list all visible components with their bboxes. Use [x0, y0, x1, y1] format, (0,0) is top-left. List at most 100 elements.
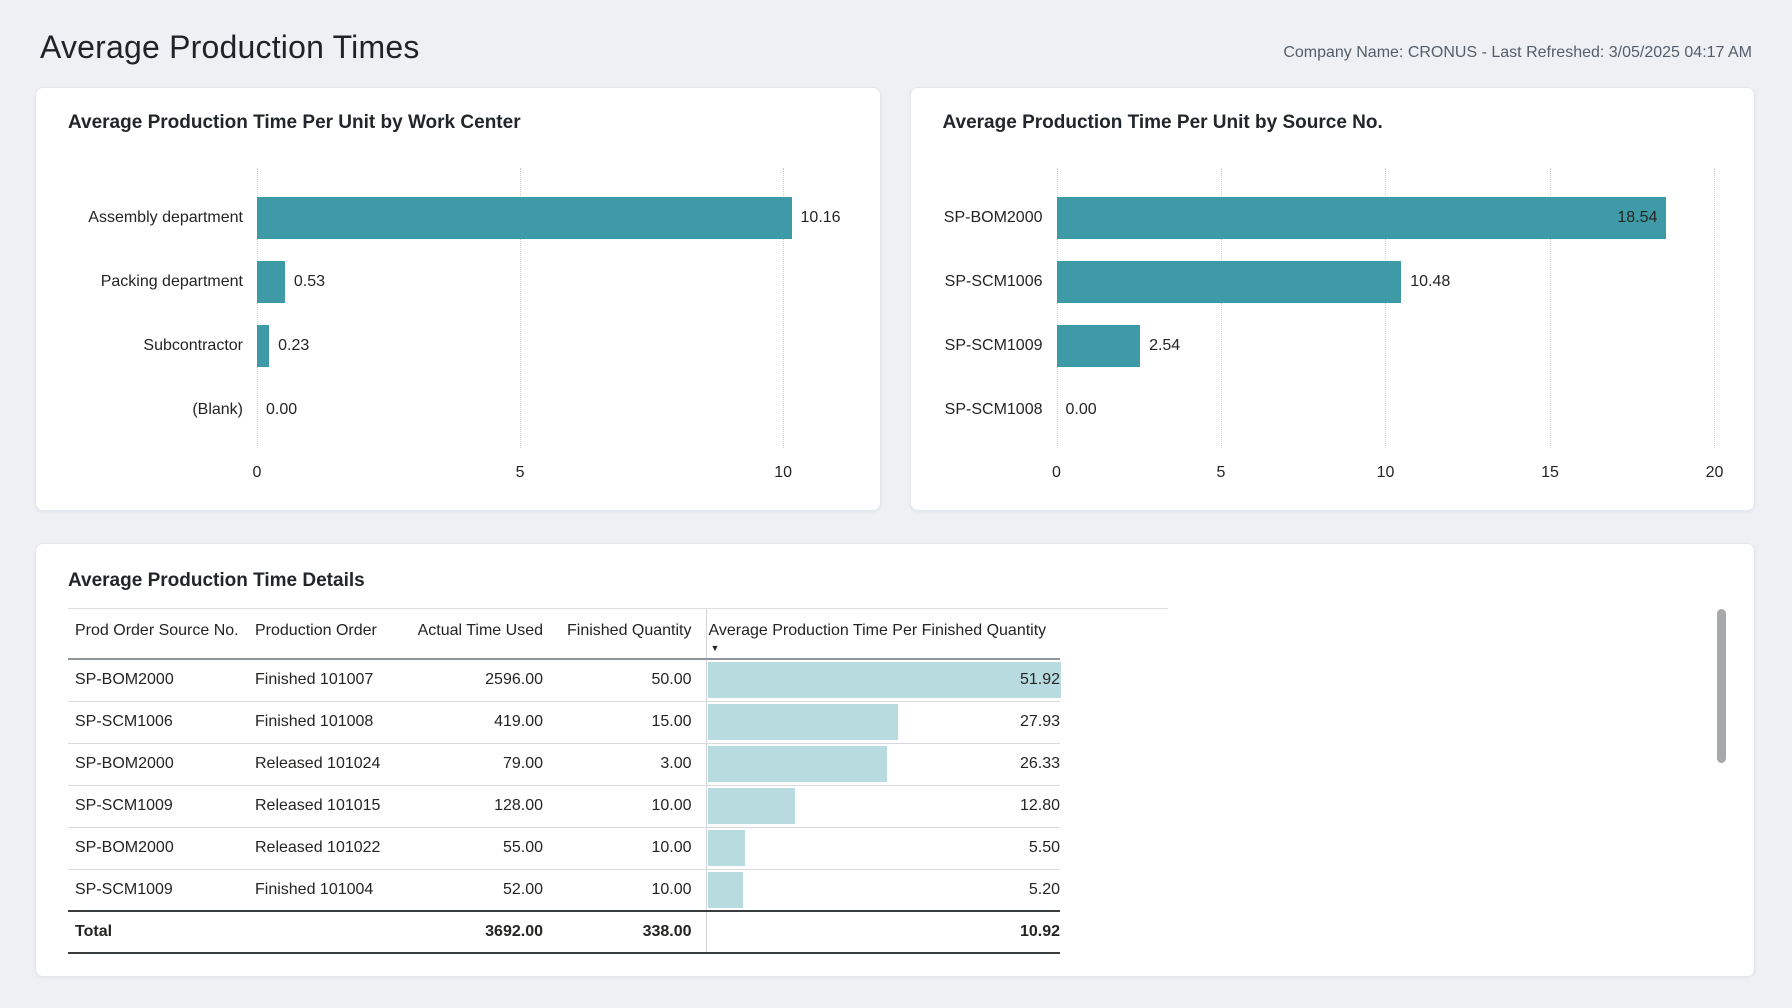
table-cell: 128.00	[407, 785, 543, 827]
refresh-info: Company Name: CRONUS - Last Refreshed: 3…	[1283, 44, 1752, 66]
table-cell: 2596.00	[407, 659, 543, 701]
table-cell: 51.92	[706, 659, 1060, 701]
bar-value-label: 0.00	[266, 401, 297, 419]
bar-row: (Blank)0.00	[68, 378, 852, 442]
bar[interactable]	[257, 261, 285, 303]
column-header-2[interactable]: Production Order	[255, 609, 407, 659]
table-cell: 10.00	[543, 869, 706, 911]
table-cell: 52.00	[407, 869, 543, 911]
table-cell: 12.80	[706, 785, 1060, 827]
bar-value-label: 0.00	[1066, 401, 1097, 419]
axis-tick-label: 0	[1052, 464, 1061, 482]
details-table-panel: Average Production Time Details Prod Ord…	[35, 543, 1755, 977]
column-header-4[interactable]: Finished Quantity	[543, 609, 706, 659]
column-header-5[interactable]: Average Production Time Per Finished Qua…	[706, 609, 1060, 659]
table-cell: 15.00	[543, 701, 706, 743]
table-cell: 3.00	[543, 743, 706, 785]
table-row[interactable]: SP-BOM2000Released 10102479.003.0026.33	[68, 743, 1060, 785]
column-header-3[interactable]: Actual Time Used	[407, 609, 543, 659]
table-row[interactable]: SP-BOM2000Released 10102255.0010.005.50	[68, 827, 1060, 869]
bar[interactable]	[257, 197, 792, 239]
page-header: Average Production Times Company Name: C…	[0, 0, 1792, 66]
chart-x-axis-work-center: 0510	[257, 442, 852, 482]
axis-tick-label: 15	[1541, 464, 1559, 482]
table-cell: Finished 101008	[255, 701, 407, 743]
bar[interactable]	[1057, 197, 1667, 239]
table-cell: SP-BOM2000	[68, 743, 255, 785]
bar-track: 18.54	[1057, 186, 1727, 250]
table-cell: 10.00	[543, 827, 706, 869]
table-scrollbar[interactable]	[1717, 609, 1726, 763]
table-cell: Released 101015	[255, 785, 407, 827]
table-row[interactable]: SP-BOM2000Finished 1010072596.0050.0051.…	[68, 659, 1060, 701]
bar[interactable]	[257, 325, 269, 367]
table-cell: 5.50	[706, 827, 1060, 869]
cell-value: 12.80	[707, 797, 1061, 815]
bar-value-label: 18.54	[1617, 209, 1657, 227]
bar-value-label: 10.48	[1410, 273, 1450, 291]
table-cell: SP-SCM1009	[68, 869, 255, 911]
bar[interactable]	[1057, 261, 1402, 303]
table-body: SP-BOM2000Finished 1010072596.0050.0051.…	[68, 659, 1060, 911]
table-cell: SP-BOM2000	[68, 827, 255, 869]
cell-value: 5.20	[707, 881, 1061, 899]
table-cell: 27.93	[706, 701, 1060, 743]
category-label: SP-BOM2000	[943, 209, 1057, 227]
bar-row: Assembly department 10.16	[68, 186, 852, 250]
axis-tick-label: 5	[1217, 464, 1226, 482]
column-header-label: Finished Quantity	[543, 622, 692, 640]
category-label: Subcontractor	[68, 337, 257, 355]
axis-tick-label: 10	[774, 464, 792, 482]
table-row[interactable]: SP-SCM1009Released 101015128.0010.0012.8…	[68, 785, 1060, 827]
table-cell: Finished 101004	[255, 869, 407, 911]
chart-plot-work-center: Assembly department 10.16 Packing departme…	[68, 186, 852, 442]
chart-title-source-no: Average Production Time Per Unit by Sour…	[943, 112, 1727, 134]
bar[interactable]	[1057, 325, 1141, 367]
table-row[interactable]: SP-SCM1009Finished 10100452.0010.005.20	[68, 869, 1060, 911]
table-cell: 79.00	[407, 743, 543, 785]
category-label: Assembly department	[68, 209, 257, 227]
column-header-label: Production Order	[255, 622, 407, 640]
table-cell: SP-BOM2000	[68, 659, 255, 701]
dashboard-page: Average Production Times Company Name: C…	[0, 0, 1792, 1008]
charts-row: Average Production Time Per Unit by Work…	[35, 87, 1755, 511]
bar-row: SP-BOM2000 18.54	[943, 186, 1727, 250]
category-label: SP-SCM1006	[943, 273, 1057, 291]
bar-row: Subcontractor0.23	[68, 314, 852, 378]
bar-value-label: 2.54	[1149, 337, 1180, 355]
table-cell: Released 101022	[255, 827, 407, 869]
chart-plot-source-no: SP-BOM200018.54SP-SCM100610.48SP-SCM1009…	[943, 186, 1727, 442]
total-cell: 3692.00	[407, 911, 543, 953]
table-cell: Finished 101007	[255, 659, 407, 701]
table-row[interactable]: SP-SCM1006Finished 101008419.0015.0027.9…	[68, 701, 1060, 743]
bar-track: 0.00	[257, 378, 852, 442]
axis-tick-label: 10	[1377, 464, 1395, 482]
table-header-row: Prod Order Source No.Production OrderAct…	[68, 609, 1060, 659]
table-cell: 50.00	[543, 659, 706, 701]
work-center-chart-panel: Average Production Time Per Unit by Work…	[35, 87, 881, 511]
table-cell: Released 101024	[255, 743, 407, 785]
bar-track: 0.53	[257, 250, 852, 314]
table-cell: 5.20	[706, 869, 1060, 911]
table-title: Average Production Time Details	[68, 570, 1722, 592]
bar-track: 0.23	[257, 314, 852, 378]
total-cell: Total	[68, 911, 255, 953]
cell-value: 5.50	[707, 839, 1061, 857]
bar-track: 10.48	[1057, 250, 1727, 314]
cell-value: 27.93	[707, 713, 1061, 731]
table-cell: 26.33	[706, 743, 1060, 785]
source-no-chart-panel: Average Production Time Per Unit by Sour…	[910, 87, 1756, 511]
bar-row: Packing department0.53	[68, 250, 852, 314]
column-header-1[interactable]: Prod Order Source No.	[68, 609, 255, 659]
cell-value: 51.92	[707, 671, 1061, 689]
table-total-row: Total3692.00338.0010.92	[68, 911, 1060, 953]
total-cell: 338.00	[543, 911, 706, 953]
column-header-label: Prod Order Source No.	[75, 622, 255, 640]
bar-value-label: 10.16	[801, 209, 841, 227]
bar-row: SP-SCM1006 10.48	[943, 250, 1727, 314]
bar-track: 2.54	[1057, 314, 1727, 378]
table-cell: 55.00	[407, 827, 543, 869]
chart-title-work-center: Average Production Time Per Unit by Work…	[68, 112, 852, 134]
axis-tick-label: 20	[1706, 464, 1724, 482]
details-table: Prod Order Source No.Production OrderAct…	[68, 609, 1060, 954]
